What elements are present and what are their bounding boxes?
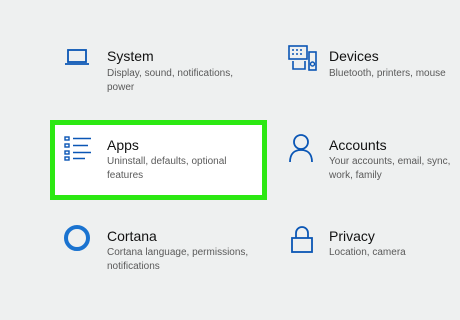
tile-desc-devices: Bluetooth, printers, mouse	[329, 68, 446, 79]
tile-title-cortana: Cortana	[107, 228, 157, 244]
keyboard-speaker-icon	[288, 45, 318, 71]
tile-title-apps: Apps	[107, 137, 139, 153]
tile-desc-apps: Uninstall, defaults, optional features	[107, 156, 227, 181]
list-icon	[64, 135, 92, 161]
tile-desc-privacy: Location, camera	[329, 247, 406, 258]
lock-icon	[290, 224, 314, 254]
settings-tile-system[interactable]: System Display, sound, notifications, po…	[58, 40, 258, 100]
settings-tile-apps[interactable]: Apps Uninstall, defaults, optional featu…	[58, 128, 263, 192]
settings-tile-cortana[interactable]: Cortana Cortana language, permissions, n…	[58, 220, 263, 284]
settings-tile-privacy[interactable]: Privacy Location, camera	[280, 220, 460, 284]
cortana-circle-icon	[63, 224, 91, 252]
tile-desc-accounts: Your accounts, email, sync, work, family	[329, 156, 451, 181]
person-icon	[288, 133, 314, 163]
settings-tile-devices[interactable]: Devices Bluetooth, printers, mouse	[280, 40, 460, 100]
laptop-icon	[64, 48, 90, 68]
settings-tile-accounts[interactable]: Accounts Your accounts, email, sync, wor…	[280, 128, 460, 192]
tile-title-devices: Devices	[329, 48, 379, 64]
tile-title-accounts: Accounts	[329, 137, 387, 153]
tile-title-privacy: Privacy	[329, 228, 375, 244]
tile-title-system: System	[107, 48, 154, 64]
tile-desc-system: Display, sound, notifications, power	[107, 68, 233, 93]
tile-desc-cortana: Cortana language, permissions, notificat…	[107, 247, 249, 272]
